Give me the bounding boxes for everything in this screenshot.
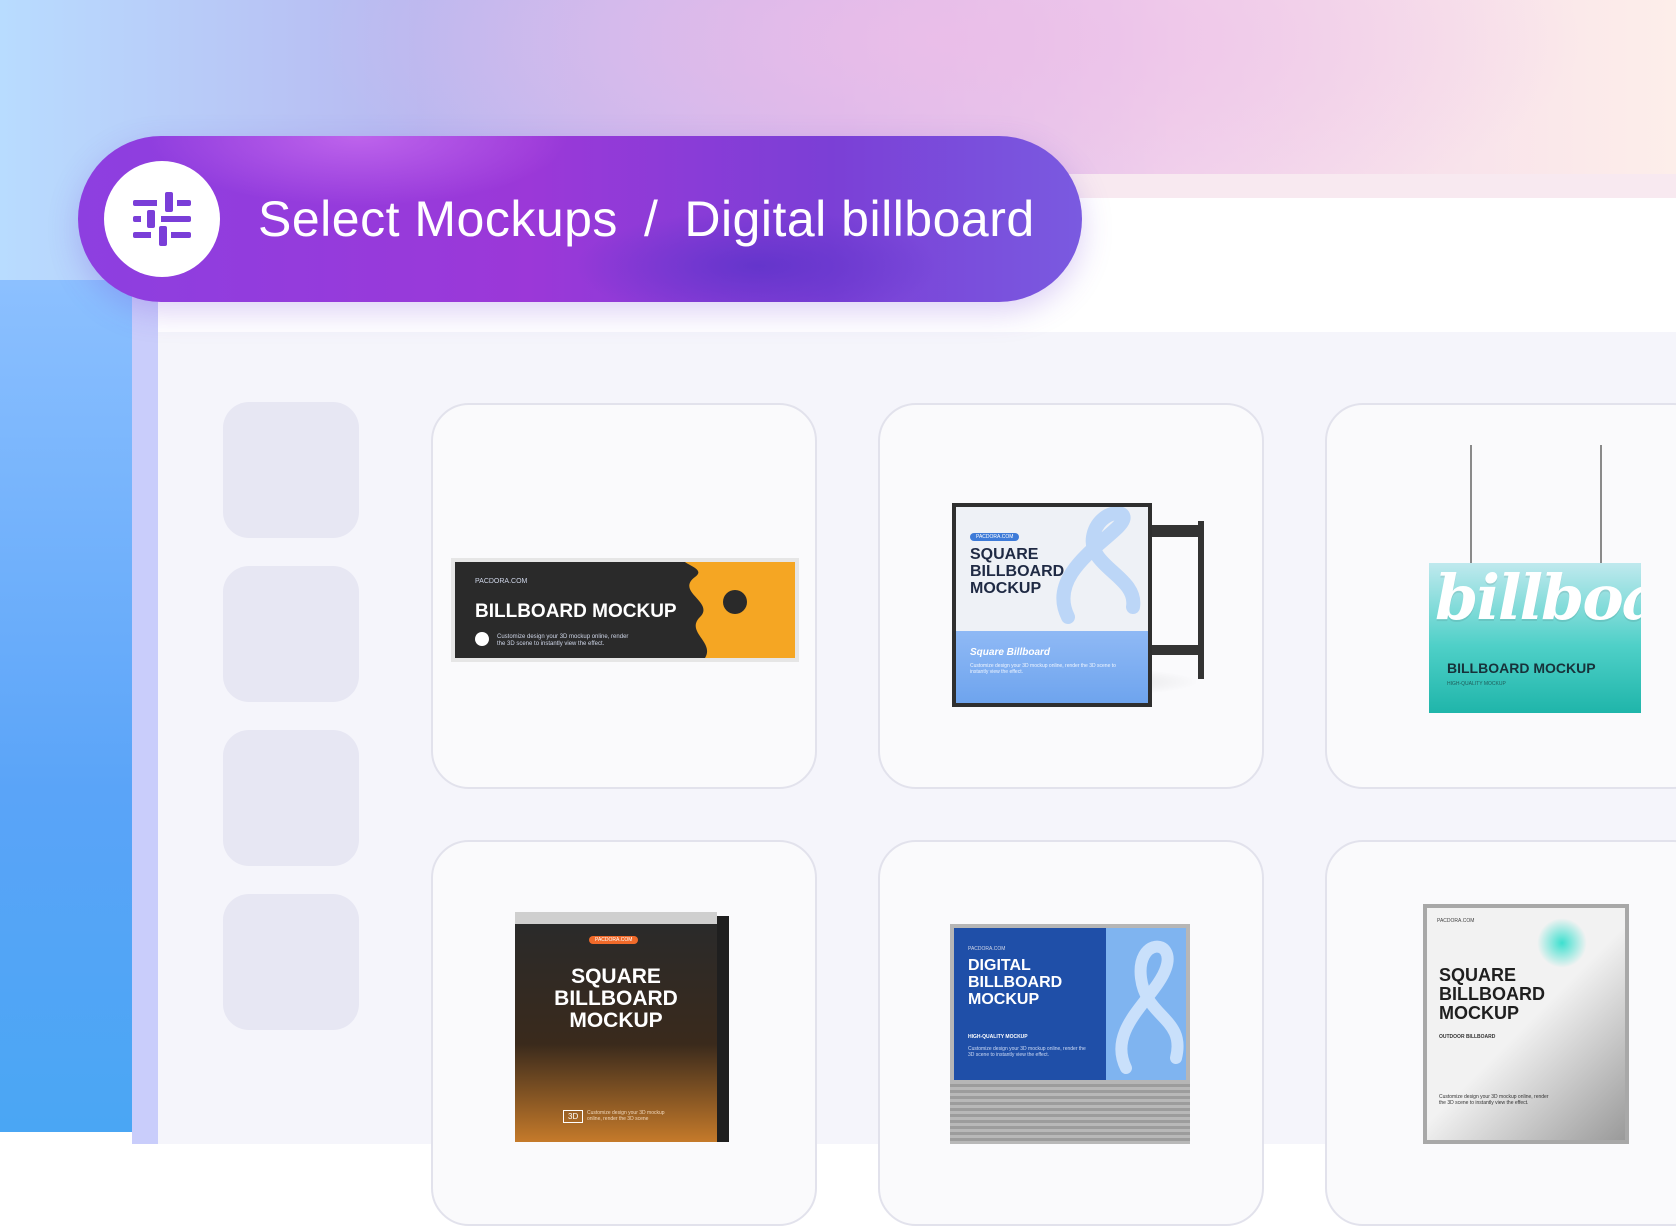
breadcrumb-separator: / [643, 191, 659, 247]
mockup-description: HIGH-QUALITY MOCKUP [1447, 681, 1506, 687]
breadcrumb-category: Digital billboard [684, 191, 1035, 247]
digital-billboard-panel: PACDORA.COM DIGITAL BILLBOARD MOCKUP HIG… [954, 928, 1186, 1080]
sidebar-placeholder-1[interactable] [223, 402, 359, 538]
breadcrumb-pill: Select Mockups / Digital billboard [78, 136, 1082, 302]
mockup-title: BILLBOARD MOCKUP [475, 601, 677, 622]
stand-bar-top [1150, 525, 1200, 537]
billboard-side [717, 916, 729, 1142]
mockup-description: Customize design your 3D mockup online, … [968, 1046, 1086, 1058]
teal-glow [1537, 918, 1587, 968]
filter-button[interactable] [104, 161, 220, 277]
sidebar-placeholder-2[interactable] [223, 566, 359, 702]
dark-billboard-panel: PACDORA.COM SQUARE BILLBOARD MOCKUP 3D C… [515, 912, 717, 1142]
script-text: billboard [1435, 563, 1641, 634]
mockup-description: Customize design your 3D mockup online, … [497, 634, 629, 648]
mockup-card-billboard[interactable]: PACDORA.COM BILLBOARD MOCKUP Customize d… [431, 403, 817, 789]
badge: PACDORA.COM [589, 936, 639, 944]
billboard-panel: PACDORA.COM BILLBOARD MOCKUP Customize d… [455, 562, 795, 658]
subtitle: HIGH-QUALITY MOCKUP [968, 1034, 1028, 1040]
breadcrumb: Select Mockups / Digital billboard [258, 136, 1035, 302]
swirl-graphic [1115, 940, 1184, 1074]
mockup-title: BILLBOARD MOCKUP [1447, 660, 1596, 676]
mockup-description: Customize design your 3D mockup online, … [1439, 1094, 1549, 1106]
hanging-wire-left [1470, 445, 1472, 563]
billboard-frame: PACDORA.COM BILLBOARD MOCKUP Customize d… [451, 558, 799, 662]
billboard-base [950, 1084, 1190, 1144]
mockup-card-dark-square-billboard[interactable]: PACDORA.COM SQUARE BILLBOARD MOCKUP 3D C… [431, 840, 817, 1226]
hanging-billboard-panel: billboard BILLBOARD MOCKUP HIGH-QUALITY … [1429, 563, 1641, 713]
breadcrumb-section[interactable]: Select Mockups [258, 190, 618, 248]
mockup-card-digital-billboard[interactable]: PACDORA.COM DIGITAL BILLBOARD MOCKUP HIG… [878, 840, 1264, 1226]
grey-billboard-panel: PACDORA.COM SQUARE BILLBOARD MOCKUP OUTD… [1427, 908, 1625, 1140]
tag-3d: 3D [563, 1110, 584, 1123]
blue-band: Square Billboard Customize design your 3… [956, 631, 1148, 703]
subtitle: Square Billboard [970, 647, 1051, 658]
brand-text: PACDORA.COM [968, 946, 1006, 952]
subtitle: OUTDOOR BILLBOARD [1439, 1034, 1496, 1040]
stand-pole [1198, 521, 1204, 679]
mockup-description: Customize design your 3D mockup online, … [970, 663, 1116, 675]
square-billboard-frame: PACDORA.COM SQUARE BILLBOARD MOCKUP Squa… [952, 503, 1152, 707]
badge: PACDORA.COM [970, 533, 1020, 541]
mockup-card-grey-square-billboard[interactable]: PACDORA.COM SQUARE BILLBOARD MOCKUP OUTD… [1325, 840, 1676, 1226]
sliders-icon [133, 192, 191, 246]
brand-text: PACDORA.COM [1437, 918, 1475, 924]
grey-billboard-frame: PACDORA.COM SQUARE BILLBOARD MOCKUP OUTD… [1423, 904, 1629, 1144]
stand-bar-bottom [1150, 645, 1200, 655]
mockup-card-hanging-billboard[interactable]: billboard BILLBOARD MOCKUP HIGH-QUALITY … [1325, 403, 1676, 789]
mockup-title: DIGITAL BILLBOARD MOCKUP [968, 957, 1063, 1008]
hanging-wire-right [1600, 445, 1602, 563]
mockup-title: SQUARE BILLBOARD MOCKUP [554, 965, 678, 1033]
digital-billboard-frame: PACDORA.COM DIGITAL BILLBOARD MOCKUP HIG… [950, 924, 1190, 1084]
mockup-title: SQUARE BILLBOARD MOCKUP [970, 546, 1065, 597]
mockup-description: Customize design your 3D mockup online, … [587, 1110, 665, 1122]
sidebar-placeholder-4[interactable] [223, 894, 359, 1030]
logo-icon [475, 632, 489, 646]
sidebar-placeholder-3[interactable] [223, 730, 359, 866]
mockup-card-square-billboard[interactable]: PACDORA.COM SQUARE BILLBOARD MOCKUP Squa… [878, 403, 1264, 789]
square-billboard-panel: PACDORA.COM SQUARE BILLBOARD MOCKUP Squa… [956, 507, 1148, 703]
mockup-title: SQUARE BILLBOARD MOCKUP [1439, 965, 1545, 1023]
brand-text: PACDORA.COM [475, 578, 528, 585]
light-blue-panel [1106, 928, 1186, 1080]
